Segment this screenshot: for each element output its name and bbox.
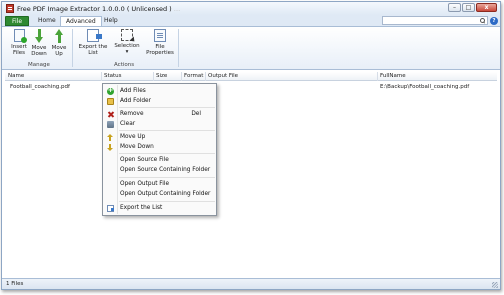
column-divider[interactable] <box>205 72 206 81</box>
insert-files-button[interactable]: Insert Files <box>10 29 28 56</box>
menu-item-label: Open Source Containing Folder <box>120 167 211 173</box>
menu-item-open-source-folder[interactable]: Open Source Containing Folder <box>104 165 215 175</box>
minimize-button[interactable]: – <box>448 3 461 12</box>
pdf-app-icon <box>6 4 14 13</box>
window-controls: – □ x <box>448 3 497 12</box>
export-list-icon <box>107 205 114 212</box>
move-down-icon <box>107 144 114 151</box>
menu-item-label: Export the List <box>120 205 163 211</box>
column-output-file[interactable]: Output File <box>208 73 238 79</box>
menu-item-label: Move Down <box>120 144 154 150</box>
tab-advanced[interactable]: Advanced <box>60 16 102 26</box>
menu-separator <box>119 177 215 178</box>
menu-item-add-folder[interactable]: Add Folder <box>104 96 215 106</box>
menu-item-label: Move Up <box>120 134 146 140</box>
menu-separator <box>119 107 215 108</box>
column-divider[interactable] <box>377 72 378 81</box>
menu-item-shortcut: Del <box>191 111 201 117</box>
tab-help[interactable]: Help <box>99 16 123 26</box>
menu-separator <box>119 201 215 202</box>
status-bar: 1 Files <box>2 278 500 289</box>
clear-icon <box>107 121 114 128</box>
close-button[interactable]: x <box>476 3 497 12</box>
menu-item-open-output-folder[interactable]: Open Output Containing Folder <box>104 189 215 199</box>
file-properties-label: File Properties <box>146 44 174 56</box>
export-icon <box>87 29 102 42</box>
column-divider[interactable] <box>153 72 154 81</box>
menu-item-open-output-file[interactable]: Open Output File <box>104 179 215 189</box>
resize-grip-icon[interactable] <box>492 282 498 288</box>
column-size[interactable]: Size <box>156 73 167 79</box>
app-window: Free PDF Image Extractor 1.0.0.0 ( Unlic… <box>1 1 501 290</box>
help-icon[interactable]: ? <box>490 17 498 25</box>
maximize-button[interactable]: □ <box>462 3 475 12</box>
folder-icon <box>107 98 114 105</box>
arrow-up-icon <box>54 29 64 43</box>
chevron-down-icon: ▾ <box>125 49 129 55</box>
context-menu: Add Files Add Folder Remove Del Clear Mo… <box>102 83 217 216</box>
menu-item-remove[interactable]: Remove Del <box>104 109 215 119</box>
column-format[interactable]: Format <box>184 73 203 79</box>
search-icon[interactable] <box>479 17 486 24</box>
menu-item-move-down[interactable]: Move Down <box>104 142 215 152</box>
list-header: Name Status Size Format Output File Full… <box>5 72 497 81</box>
menu-item-label: Open Output File <box>120 181 170 187</box>
menu-item-label: Add Folder <box>120 98 151 104</box>
add-icon <box>107 86 114 95</box>
insert-files-icon <box>13 29 27 43</box>
ribbon-panel: Insert Files Move Down Move Up Manage Ex… <box>2 26 500 70</box>
insert-files-label: Insert Files <box>11 44 27 56</box>
menu-item-clear[interactable]: Clear <box>104 119 215 129</box>
window-title-suffix: … <box>173 5 181 13</box>
group-label-manage: Manage <box>28 62 50 68</box>
arrow-down-icon <box>34 29 44 43</box>
menu-separator <box>119 130 215 131</box>
window-title: Free PDF Image Extractor 1.0.0.0 ( Unlic… <box>17 5 180 13</box>
menu-item-open-source-file[interactable]: Open Source File <box>104 155 215 165</box>
move-up-button[interactable]: Move Up <box>50 29 68 57</box>
export-list-label: Export the List <box>78 44 108 56</box>
tab-file[interactable]: File <box>5 16 29 26</box>
move-up-icon <box>107 134 114 141</box>
move-down-button[interactable]: Move Down <box>30 29 48 57</box>
column-full-name[interactable]: FullName <box>380 73 406 79</box>
selection-button[interactable]: Selection ▾ <box>114 29 140 55</box>
search-box[interactable] <box>382 16 488 25</box>
row-file-name: Football_coaching.pdf <box>10 84 70 90</box>
export-list-button[interactable]: Export the List <box>78 29 108 56</box>
file-properties-button[interactable]: File Properties <box>146 29 174 56</box>
title-bar: Free PDF Image Extractor 1.0.0.0 ( Unlic… <box>2 2 500 15</box>
window-title-text: Free PDF Image Extractor 1.0.0.0 ( Unlic… <box>17 5 172 13</box>
menu-item-move-up[interactable]: Move Up <box>104 132 215 142</box>
menu-item-label: Add Files <box>120 88 146 94</box>
menu-item-export-list[interactable]: Export the List <box>104 203 215 213</box>
ribbon-tab-bar: File Home Advanced Help ? <box>2 15 500 26</box>
menu-separator <box>119 153 215 154</box>
column-divider[interactable] <box>101 72 102 81</box>
menu-item-add-files[interactable]: Add Files <box>104 86 215 96</box>
file-properties-icon <box>154 29 166 42</box>
selection-icon <box>121 29 133 41</box>
menu-item-label: Remove <box>120 111 144 117</box>
group-separator <box>178 29 179 67</box>
table-row[interactable]: Football_coaching.pdf E:\Backup\Football… <box>5 82 497 92</box>
menu-item-label: Open Output Containing Folder <box>120 191 211 197</box>
menu-item-label: Open Source File <box>120 157 169 163</box>
remove-icon <box>107 111 114 118</box>
group-label-actions: Actions <box>114 62 135 68</box>
column-status[interactable]: Status <box>104 73 122 79</box>
status-file-count: 1 Files <box>6 281 24 287</box>
column-name[interactable]: Name <box>8 73 24 79</box>
menu-item-label: Clear <box>120 121 136 127</box>
move-down-label: Move Down <box>31 45 47 57</box>
move-up-label: Move Up <box>51 45 67 57</box>
row-full-name: E:\Backup\Football_coaching.pdf <box>380 84 470 90</box>
group-separator <box>72 29 73 67</box>
tab-home[interactable]: Home <box>33 16 61 26</box>
column-divider[interactable] <box>181 72 182 81</box>
